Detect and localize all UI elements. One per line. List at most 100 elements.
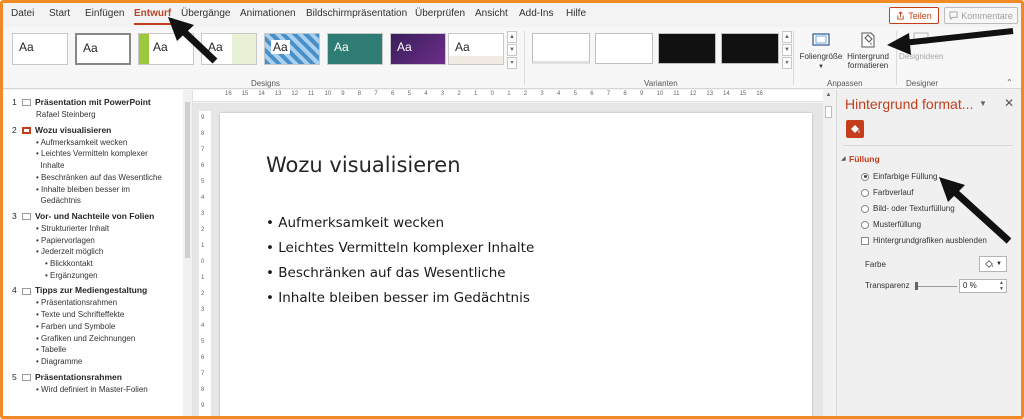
outline-item[interactable]: • Papiervorlagen bbox=[36, 236, 95, 245]
ruler-tick-label: 13 bbox=[274, 91, 282, 97]
outline-pane[interactable]: 1 Präsentation mit PowerPoint Rafael Stein… bbox=[3, 90, 193, 416]
collapse-section-icon[interactable]: ◢ bbox=[841, 155, 846, 162]
canvas-scrollbar[interactable]: ▲ bbox=[823, 90, 834, 416]
outline-slide-title[interactable]: 5 Präsentationsrahmen bbox=[12, 372, 122, 382]
tab-start[interactable]: Start bbox=[49, 8, 70, 19]
tab-uebergaenge[interactable]: Übergänge bbox=[181, 8, 230, 19]
radio-button[interactable] bbox=[861, 172, 869, 181]
outline-item[interactable]: • Grafiken und Zeichnungen bbox=[36, 334, 135, 343]
radio-button[interactable] bbox=[861, 188, 869, 197]
outline-scroll-thumb[interactable] bbox=[185, 102, 190, 258]
outline-item-text: Grafiken und Zeichnungen bbox=[41, 333, 136, 343]
outline-item[interactable]: • Ergänzungen bbox=[45, 271, 98, 280]
scroll-up-icon[interactable]: ▲ bbox=[824, 92, 833, 100]
theme-office[interactable]: Aa bbox=[12, 33, 68, 65]
slide-bullet[interactable]: • Leichtes Vermitteln komplexer Inhalte bbox=[266, 240, 534, 256]
outline-item[interactable]: • Wird definiert in Master-Folien bbox=[36, 385, 148, 394]
slide-title[interactable]: Wozu visualisieren bbox=[266, 153, 461, 177]
outline-item[interactable]: • Leichtes Vermitteln komplexer bbox=[36, 149, 148, 158]
radio-button[interactable] bbox=[861, 220, 869, 229]
radio-picture-fill[interactable]: Bild- oder Texturfüllung bbox=[861, 204, 955, 213]
tab-animationen[interactable]: Animationen bbox=[240, 8, 296, 19]
comments-button[interactable]: Kommentare bbox=[944, 7, 1018, 24]
outline-item[interactable]: • Beschränken auf das Wesentliche bbox=[36, 173, 162, 182]
outline-slide-title[interactable]: 4 Tipps zur Mediengestaltung bbox=[12, 285, 147, 295]
theme-teal[interactable]: Aa bbox=[327, 33, 383, 65]
radio-solid-fill[interactable]: Einfarbige Füllung bbox=[861, 172, 937, 181]
outline-item[interactable]: Rafael Steinberg bbox=[36, 110, 96, 119]
radio-button[interactable] bbox=[861, 204, 869, 213]
fill-section-header[interactable]: Füllung bbox=[849, 154, 880, 164]
radio-gradient-fill[interactable]: Farbverlauf bbox=[861, 188, 913, 197]
outline-slide-title[interactable]: 3 Vor- und Nachteile von Folien bbox=[12, 211, 154, 221]
slide-size-button[interactable]: Foliengröße ▼ bbox=[798, 30, 844, 72]
tab-hilfe[interactable]: Hilfe bbox=[566, 8, 586, 19]
variant-white[interactable] bbox=[532, 33, 590, 64]
transparency-input[interactable]: 0 % ▲ ▼ bbox=[959, 279, 1007, 293]
theme-blue-pattern[interactable]: Aa bbox=[264, 33, 320, 65]
tab-einfuegen[interactable]: Einfügen bbox=[85, 8, 124, 19]
outline-item[interactable]: Inhalte bbox=[36, 161, 64, 170]
variant-white-2[interactable] bbox=[595, 33, 653, 64]
outline-item[interactable]: • Strukturierter Inhalt bbox=[36, 224, 109, 233]
theme-beige[interactable]: Aa bbox=[448, 33, 504, 65]
variants-more-button[interactable]: ▾ bbox=[782, 57, 792, 69]
collapse-ribbon-icon[interactable]: ⌃ bbox=[1006, 78, 1013, 87]
slide-bullet[interactable]: • Inhalte bleiben besser im Gedächtnis bbox=[266, 290, 530, 306]
theme-light[interactable]: Aa bbox=[201, 33, 257, 65]
outline-item[interactable]: • Blickkontakt bbox=[45, 259, 93, 268]
outline-item[interactable]: • Diagramme bbox=[36, 357, 82, 366]
slide-bullet[interactable]: • Beschränken auf das Wesentliche bbox=[266, 265, 506, 281]
close-icon[interactable]: ✕ bbox=[1004, 96, 1014, 110]
fill-tab-button[interactable] bbox=[846, 120, 864, 138]
outline-item[interactable]: • Inhalte bleiben besser im bbox=[36, 185, 130, 194]
transparency-slider-handle[interactable] bbox=[915, 282, 918, 290]
tab-entwurf[interactable]: Entwurf bbox=[134, 8, 171, 19]
share-button[interactable]: Teilen bbox=[889, 7, 939, 24]
outline-scrollbar[interactable] bbox=[183, 90, 192, 416]
theme-purple[interactable]: Aa bbox=[390, 33, 446, 65]
pane-options-dropdown-icon[interactable]: ▼ bbox=[979, 99, 987, 108]
gallery-more-button[interactable]: ▾ bbox=[507, 57, 517, 69]
gallery-up-button[interactable]: ▲ bbox=[507, 31, 517, 43]
outline-item[interactable]: • Texte und Schrifteffekte bbox=[36, 310, 124, 319]
theme-green-facet[interactable]: Aa bbox=[138, 33, 194, 65]
ruler-tick-label: 5 bbox=[407, 91, 411, 97]
variants-down-button[interactable]: ▼ bbox=[782, 44, 792, 56]
hide-background-graphics-checkbox[interactable]: Hintergrundgrafiken ausblenden bbox=[861, 236, 987, 245]
tab-datei[interactable]: Datei bbox=[11, 8, 34, 19]
gallery-down-button[interactable]: ▼ bbox=[507, 44, 517, 56]
outline-item[interactable]: • Aufmerksamkeit wecken bbox=[36, 138, 127, 147]
outline-slide-title[interactable]: 2 Wozu visualisieren bbox=[12, 125, 111, 135]
outline-item[interactable]: • Präsentationsrahmen bbox=[36, 298, 117, 307]
outline-slide-title[interactable]: 1 Präsentation mit PowerPoint bbox=[12, 97, 151, 107]
variant-black[interactable] bbox=[658, 33, 716, 64]
spinner-icon[interactable]: ▲ ▼ bbox=[999, 280, 1004, 292]
outline-item[interactable]: • Farben und Symbole bbox=[36, 322, 115, 331]
active-tab-indicator bbox=[134, 23, 172, 25]
ruler-tick-label: 7 bbox=[606, 91, 611, 97]
outline-item[interactable]: • Tabelle bbox=[36, 345, 66, 354]
tab-ueberpruefen[interactable]: Überprüfen bbox=[415, 8, 465, 19]
theme-office-selected[interactable]: Aa bbox=[75, 33, 131, 65]
design-ideas-button[interactable]: Designideen bbox=[899, 30, 943, 61]
tab-bildschirmpraesentation[interactable]: Bildschirmpräsentation bbox=[306, 8, 407, 19]
transparency-slider[interactable] bbox=[917, 286, 957, 287]
variants-up-button[interactable]: ▲ bbox=[782, 31, 792, 43]
checkbox[interactable] bbox=[861, 236, 869, 245]
variant-black-2[interactable] bbox=[721, 33, 779, 64]
vertical-ruler: 9 8 7 6 5 4 3 2 1 0 1 2 3 4 5 6 7 8 9 bbox=[199, 111, 211, 416]
radio-pattern-fill[interactable]: Musterfüllung bbox=[861, 220, 921, 229]
outline-item[interactable]: • Jederzeit möglich bbox=[36, 247, 103, 256]
ruler-tick-label: 6 bbox=[201, 355, 205, 361]
scroll-thumb[interactable] bbox=[825, 106, 832, 118]
tab-ansicht[interactable]: Ansicht bbox=[475, 8, 508, 19]
outline-item[interactable]: Gedächtnis bbox=[36, 196, 80, 205]
format-background-button[interactable]: Hintergrund formatieren bbox=[845, 30, 891, 70]
color-picker-button[interactable]: ▼ bbox=[979, 256, 1007, 272]
ruler-tick-label: 3 bbox=[540, 91, 544, 97]
slide[interactable]: Wozu visualisieren • Aufmerksamkeit weck… bbox=[220, 113, 812, 416]
slide-bullet[interactable]: • Aufmerksamkeit wecken bbox=[266, 215, 444, 231]
ruler-tick-label: 4 bbox=[201, 323, 205, 329]
tab-add-ins[interactable]: Add-Ins bbox=[519, 8, 553, 19]
